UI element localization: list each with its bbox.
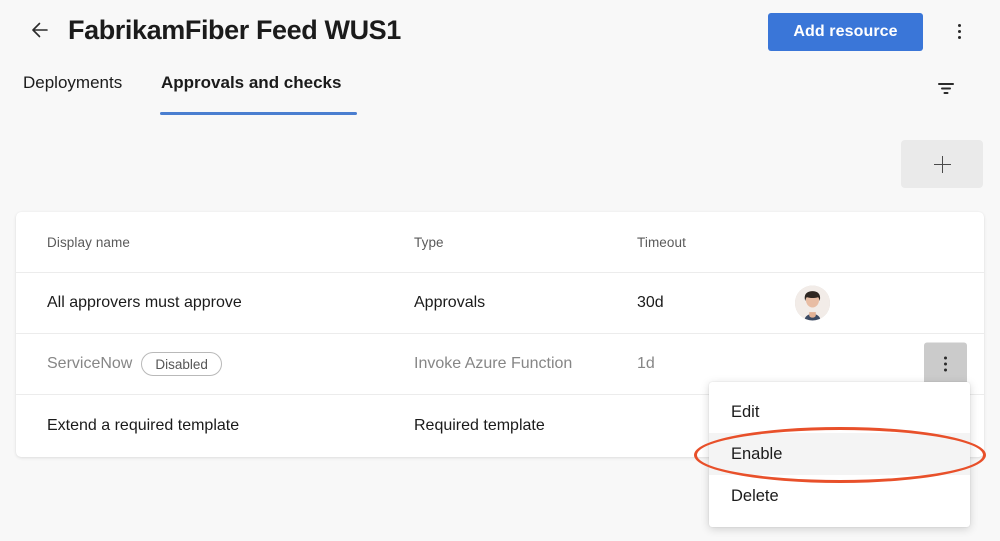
arrow-left-icon — [28, 18, 52, 42]
menu-item-edit[interactable]: Edit — [709, 391, 970, 433]
menu-item-enable[interactable]: Enable — [709, 433, 970, 475]
filter-icon — [936, 80, 956, 99]
cell-type: Required template — [414, 417, 545, 434]
filter-button[interactable] — [930, 74, 962, 104]
plus-icon — [933, 155, 951, 173]
add-resource-button[interactable]: Add resource — [768, 13, 923, 51]
display-name-text: Extend a required template — [47, 417, 240, 434]
table-row[interactable]: All approvers must approve Approvals 30d — [16, 273, 984, 334]
cell-display-name: All approvers must approve — [16, 294, 414, 312]
add-check-button[interactable] — [901, 140, 983, 188]
row-more-options-button[interactable] — [924, 342, 967, 386]
cell-display-name: ServiceNow Disabled — [16, 352, 414, 376]
header-more-options-button[interactable] — [944, 14, 974, 48]
tab-approvals-and-checks[interactable]: Approvals and checks — [161, 70, 341, 96]
more-vertical-icon-dot — [944, 368, 947, 372]
column-header-type: Type — [414, 234, 444, 250]
column-header-display-name: Display name — [47, 234, 130, 250]
more-vertical-icon-dot — [944, 356, 947, 360]
page-title: FabrikamFiber Feed WUS1 — [68, 15, 401, 45]
cell-type: Approvals — [414, 294, 486, 311]
status-badge: Disabled — [141, 352, 222, 376]
page-header: FabrikamFiber Feed WUS1 Add resource — [0, 0, 1000, 64]
cell-type: Invoke Azure Function — [414, 355, 573, 372]
more-vertical-icon-dot — [957, 23, 961, 27]
tab-deployments[interactable]: Deployments — [23, 70, 122, 96]
active-tab-indicator — [160, 112, 357, 115]
menu-item-delete[interactable]: Delete — [709, 475, 970, 517]
display-name-text: All approvers must approve — [47, 294, 242, 311]
table-header-row: Display name Type Timeout — [16, 212, 984, 273]
approver-avatar[interactable] — [795, 285, 830, 321]
display-name-text: ServiceNow — [47, 355, 133, 372]
column-header-actions — [782, 212, 984, 272]
column-header-timeout: Timeout — [637, 234, 686, 250]
more-vertical-icon-dot — [957, 35, 961, 39]
cell-timeout: 1d — [637, 355, 655, 372]
cell-timeout: 30d — [637, 294, 664, 311]
back-button[interactable] — [22, 12, 58, 48]
cell-actions — [782, 273, 984, 333]
more-vertical-icon-dot — [944, 362, 947, 366]
cell-display-name: Extend a required template — [16, 417, 414, 435]
row-context-menu: Edit Enable Delete — [709, 382, 970, 527]
more-vertical-icon-dot — [957, 29, 961, 33]
tab-bar: Deployments Approvals and checks — [0, 70, 1000, 120]
